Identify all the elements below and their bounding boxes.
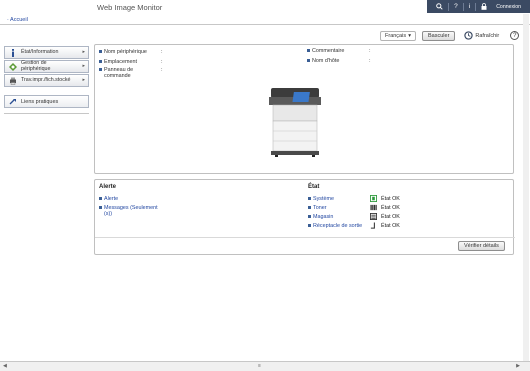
output-tray-link[interactable]: Réceptacle de sortie xyxy=(313,223,362,229)
chevron-right-icon: ▸ xyxy=(82,49,85,55)
control-panel-row: Panneau de commande xyxy=(99,67,133,79)
status-row-tray: Magasin xyxy=(308,214,333,220)
location-label: Emplacement xyxy=(104,59,137,65)
colon: : xyxy=(369,58,371,64)
useful-links-label: Liens pratiques xyxy=(21,98,59,105)
messages-link[interactable]: Messages (Seulement (s)) xyxy=(104,205,158,217)
toner-link[interactable]: Toner xyxy=(313,205,326,211)
bullet xyxy=(307,49,310,52)
scroll-thumb-icon[interactable]: ≡ xyxy=(258,363,261,369)
status-row-system: Système xyxy=(308,196,334,202)
check-details-button[interactable]: Vérifier détails xyxy=(458,241,505,251)
colon: : xyxy=(161,49,163,55)
info-icon xyxy=(12,49,14,57)
header-toolbar: ? i Connexion xyxy=(427,0,530,13)
bullet xyxy=(99,50,102,53)
sidebar-item-print-jobs[interactable]: Trav.impr./fich.stocké ▸ xyxy=(4,74,89,87)
login-link[interactable]: Connexion xyxy=(496,4,521,10)
sidebar-item-label: Gestion de périphérique xyxy=(21,59,51,72)
control-panel-label: Panneau de commande xyxy=(104,67,134,79)
bullet xyxy=(99,206,102,209)
device-name-label: Nom périphérique xyxy=(104,49,147,55)
refresh-button[interactable]: Rafraîchir xyxy=(464,31,499,40)
bullet xyxy=(308,197,311,200)
device-info-panel: Nom périphérique : Emplacement : Panneau… xyxy=(94,44,514,174)
bullet xyxy=(307,59,310,62)
separator xyxy=(462,2,464,11)
alert-title: Alerte xyxy=(99,184,117,190)
info-icon[interactable]: i xyxy=(469,3,470,10)
system-link[interactable]: Système xyxy=(313,196,334,202)
print-job-icon xyxy=(10,77,16,85)
alert-status-panel: Alerte Alerte Messages (Seulement (s)) É… xyxy=(94,179,515,255)
toner-icon xyxy=(370,204,377,211)
system-icon xyxy=(370,195,377,202)
bullet xyxy=(308,215,311,218)
hostname-label: Nom d'hôte xyxy=(312,58,340,64)
printer-image xyxy=(269,88,321,157)
comment-row: Commentaire xyxy=(307,48,344,54)
useful-links-button[interactable]: Liens pratiques xyxy=(4,95,89,108)
hostname-row: Nom d'hôte xyxy=(307,58,339,64)
vertical-scrollbar[interactable] xyxy=(523,14,529,361)
output-tray-icon xyxy=(370,222,375,229)
app-title: Web Image Monitor xyxy=(97,3,163,12)
colon: : xyxy=(161,67,163,73)
chevron-down-icon: ▾ xyxy=(408,32,411,39)
alert-link-row: Alerte xyxy=(99,196,118,202)
tray-status-value: État OK xyxy=(381,214,400,220)
divider xyxy=(95,237,515,238)
bullet xyxy=(308,206,311,209)
device-management-icon xyxy=(9,63,17,71)
refresh-label: Rafraîchir xyxy=(475,32,500,39)
sidebar-item-device-management[interactable]: Gestion de périphérique ▸ xyxy=(4,60,89,73)
tray-link[interactable]: Magasin xyxy=(313,214,333,220)
page-toolbar: Français ▾ Basculer Rafraîchir ? xyxy=(380,30,520,41)
home-link[interactable]: · Accueil xyxy=(7,17,28,23)
search-icon[interactable] xyxy=(436,3,443,10)
sidebar-item-label: État/Information xyxy=(21,48,59,55)
breadcrumb: · Accueil xyxy=(0,17,530,25)
colon: : xyxy=(161,59,163,65)
messages-link-row: Messages (Seulement (s)) xyxy=(99,205,158,217)
bullet xyxy=(99,197,102,200)
switch-language-button[interactable]: Basculer xyxy=(422,30,456,41)
device-name-row: Nom périphérique xyxy=(99,49,147,55)
scroll-left-icon[interactable]: ◀ xyxy=(3,363,7,369)
scroll-right-icon[interactable]: ▶ xyxy=(516,363,520,369)
divider xyxy=(4,113,89,114)
chevron-right-icon: ▸ xyxy=(82,77,85,83)
refresh-icon xyxy=(464,31,474,40)
link-icon xyxy=(9,99,16,105)
tray-icon xyxy=(370,213,377,220)
chevron-right-icon: ▸ xyxy=(82,63,85,69)
sidebar-item-status[interactable]: État/Information ▸ xyxy=(4,46,89,59)
system-status-value: État OK xyxy=(381,196,400,202)
sidebar: État/Information ▸ Gestion de périphériq… xyxy=(4,46,89,108)
comment-label: Commentaire xyxy=(312,48,345,54)
status-row-toner: Toner xyxy=(308,205,326,211)
colon: : xyxy=(369,48,371,54)
language-value: Français xyxy=(385,32,407,39)
help-icon[interactable]: ? xyxy=(510,31,520,40)
location-row: Emplacement xyxy=(99,59,137,65)
bullet xyxy=(308,224,311,227)
lock-icon xyxy=(481,3,487,10)
horizontal-scrollbar[interactable]: ◀ ≡ ▶ xyxy=(0,361,530,371)
bullet xyxy=(99,68,102,71)
status-title: État xyxy=(308,184,320,190)
bullet xyxy=(99,60,102,63)
alert-link[interactable]: Alerte xyxy=(104,196,118,202)
header-bar: Web Image Monitor ? i Connexion xyxy=(0,0,530,13)
sidebar-item-label: Trav.impr./fich.stocké xyxy=(21,76,71,83)
status-row-output: Réceptacle de sortie xyxy=(308,223,362,229)
language-select[interactable]: Français ▾ xyxy=(380,30,416,41)
output-tray-status-value: État OK xyxy=(381,223,400,229)
separator xyxy=(448,2,450,11)
separator xyxy=(475,2,477,11)
toner-status-value: État OK xyxy=(381,205,400,211)
help-icon[interactable]: ? xyxy=(454,3,458,10)
